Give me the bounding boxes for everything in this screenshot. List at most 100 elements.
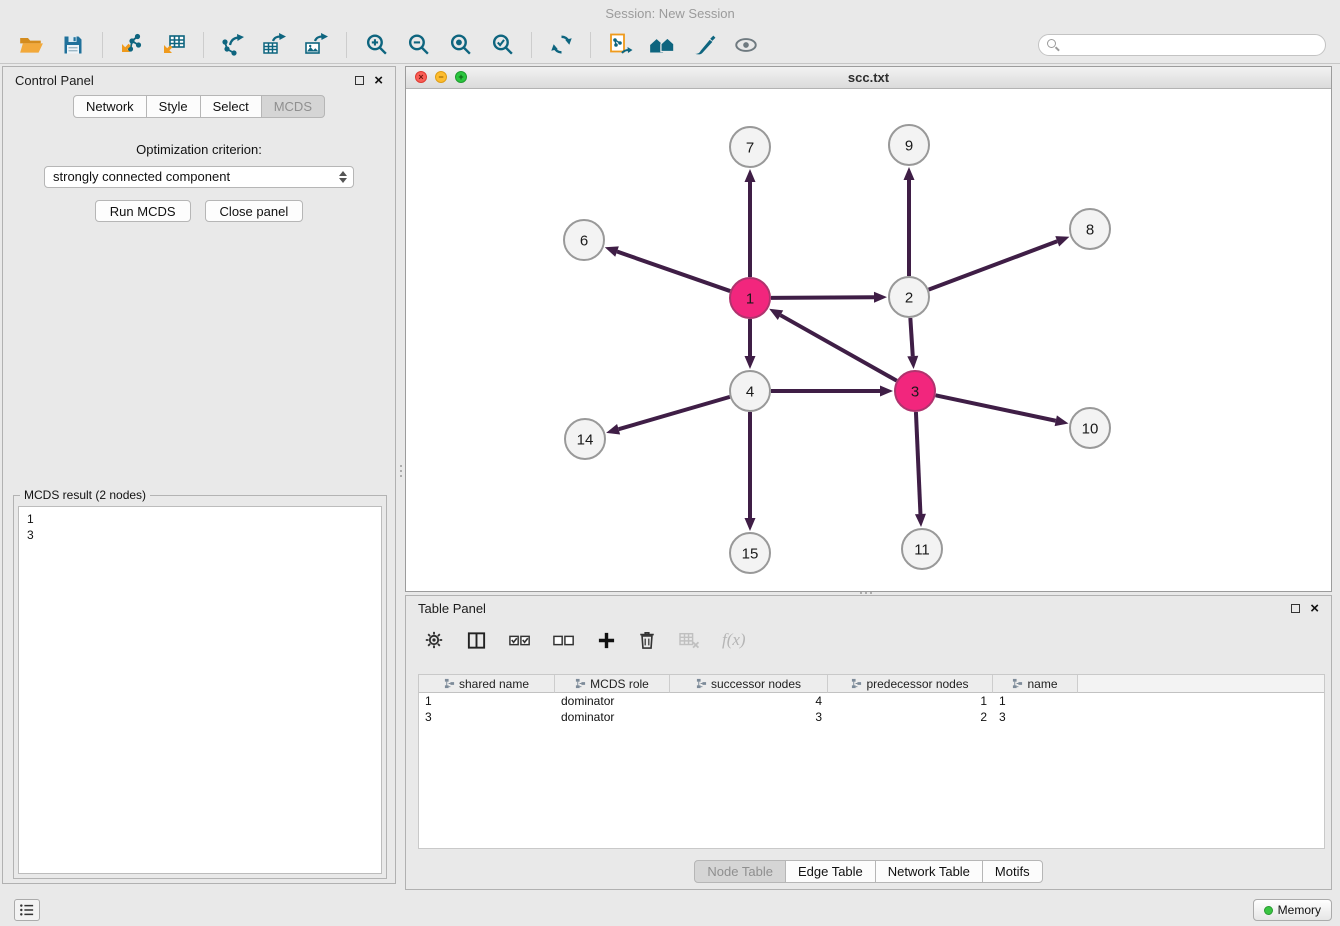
network-from-clipboard-button[interactable] — [599, 29, 641, 61]
vertical-splitter-handle[interactable] — [397, 455, 404, 487]
graph-node-2[interactable]: 2 — [889, 277, 929, 317]
graph-edge-4-14[interactable] — [619, 397, 730, 429]
add-column-button[interactable] — [597, 631, 616, 650]
tab-network[interactable]: Network — [73, 95, 147, 118]
table-settings-button[interactable] — [424, 630, 444, 650]
zoom-out-button[interactable] — [397, 29, 439, 61]
import-network-button[interactable] — [111, 29, 153, 61]
cell-predecessor-nodes[interactable]: 2 — [828, 709, 993, 725]
graph-node-15[interactable]: 15 — [730, 533, 770, 573]
graph-edge-3-11[interactable] — [916, 412, 921, 514]
graph-node-label: 14 — [577, 431, 594, 448]
close-table-panel-icon[interactable]: × — [1310, 601, 1319, 616]
graph-node-1[interactable]: 1 — [730, 278, 770, 318]
cell-MCDS-role[interactable]: dominator — [555, 693, 670, 709]
show-columns-button[interactable] — [466, 630, 487, 651]
search-input[interactable] — [1038, 34, 1326, 56]
tab-node-table[interactable]: Node Table — [694, 860, 786, 883]
tab-select[interactable]: Select — [200, 95, 262, 118]
graph-node-label: 9 — [905, 137, 913, 154]
task-history-button[interactable] — [14, 899, 40, 921]
tab-network-table[interactable]: Network Table — [875, 860, 983, 883]
graph-edge-arrow-icon — [904, 167, 915, 180]
mcds-result-list[interactable]: 13 — [18, 506, 382, 874]
trash-icon — [638, 630, 656, 650]
column-header-MCDS-role[interactable]: MCDS role — [555, 675, 670, 693]
float-table-panel-icon[interactable] — [1291, 604, 1300, 613]
graph-node-3[interactable]: 3 — [895, 371, 935, 411]
cell-successor-nodes[interactable]: 4 — [670, 693, 828, 709]
cell-shared-name[interactable]: 1 — [419, 693, 555, 709]
close-panel-icon[interactable]: × — [374, 73, 383, 88]
graph-node-10[interactable]: 10 — [1070, 408, 1110, 448]
cell-predecessor-nodes[interactable]: 1 — [828, 693, 993, 709]
graph-edge-3-10[interactable] — [936, 395, 1056, 420]
minimize-window-icon[interactable]: − — [435, 71, 447, 83]
graph-node-label: 3 — [911, 383, 919, 400]
zoom-selected-button[interactable] — [481, 29, 523, 61]
graph-edge-2-8[interactable] — [929, 241, 1058, 289]
graph-node-11[interactable]: 11 — [902, 529, 942, 569]
graph-node-9[interactable]: 9 — [889, 125, 929, 165]
graph-edge-1-2[interactable] — [771, 297, 874, 298]
column-header-label: predecessor nodes — [866, 677, 968, 691]
export-table-button[interactable] — [254, 29, 296, 61]
cell-MCDS-role[interactable]: dominator — [555, 709, 670, 725]
cell-successor-nodes[interactable]: 3 — [670, 709, 828, 725]
cybrowser-home-button[interactable] — [641, 29, 683, 61]
graph-node-4[interactable]: 4 — [730, 371, 770, 411]
column-header-name[interactable]: name — [993, 675, 1078, 693]
import-network-icon — [119, 32, 145, 58]
graph-node-6[interactable]: 6 — [564, 220, 604, 260]
export-image-button[interactable] — [296, 29, 338, 61]
memory-button[interactable]: Memory — [1253, 899, 1332, 921]
run-mcds-button[interactable]: Run MCDS — [95, 200, 191, 222]
save-session-button[interactable] — [52, 29, 94, 61]
table-row: 1dominator411 — [419, 693, 1324, 709]
tab-edge-table[interactable]: Edge Table — [785, 860, 876, 883]
deselect-all-rows-button[interactable] — [553, 632, 575, 649]
network-window-title-bar: × − + scc.txt — [406, 67, 1331, 89]
tab-mcds[interactable]: MCDS — [261, 95, 325, 118]
graph-edge-2-3[interactable] — [910, 318, 912, 356]
column-header-successor-nodes[interactable]: successor nodes — [670, 675, 828, 693]
delete-table-icon — [678, 631, 700, 649]
optimization-criterion-label: Optimization criterion: — [3, 142, 395, 157]
graph-edge-1-6[interactable] — [617, 252, 730, 292]
column-header-shared-name[interactable]: shared name — [419, 675, 555, 693]
select-all-rows-button[interactable] — [509, 632, 531, 649]
network-canvas[interactable]: 7 9 6 8 1 2 4 3 14 10 15 11 — [406, 89, 1331, 591]
graph-edge-3-1[interactable] — [780, 315, 896, 381]
dropdown-stepper-icon — [339, 171, 347, 183]
tab-motifs[interactable]: Motifs — [982, 860, 1043, 883]
cell-shared-name[interactable]: 3 — [419, 709, 555, 725]
column-type-icon — [1012, 678, 1023, 689]
control-panel-header: Control Panel × — [3, 67, 395, 93]
apply-style-button[interactable] — [683, 29, 725, 61]
graph-node-14[interactable]: 14 — [565, 419, 605, 459]
column-header-predecessor-nodes[interactable]: predecessor nodes — [828, 675, 993, 693]
export-network-button[interactable] — [212, 29, 254, 61]
toolbar-separator — [531, 32, 532, 58]
apply-layout-button[interactable] — [540, 29, 582, 61]
graph-node-label: 7 — [746, 139, 754, 156]
zoom-in-button[interactable] — [355, 29, 397, 61]
delete-columns-button[interactable] — [638, 630, 656, 650]
open-session-button[interactable] — [10, 29, 52, 61]
graph-node-7[interactable]: 7 — [730, 127, 770, 167]
criterion-dropdown[interactable]: strongly connected component — [44, 166, 354, 188]
maximize-window-icon[interactable]: + — [455, 71, 467, 83]
import-table-button[interactable] — [153, 29, 195, 61]
close-panel-button[interactable]: Close panel — [205, 200, 304, 222]
graph-edge-arrow-icon — [1055, 236, 1069, 246]
cell-name[interactable]: 3 — [993, 709, 1078, 725]
show-graphics-details-button[interactable] — [725, 29, 767, 61]
float-panel-icon[interactable] — [355, 76, 364, 85]
tab-style[interactable]: Style — [146, 95, 201, 118]
clipboard-network-icon — [607, 32, 633, 58]
table-panel-header: Table Panel × — [406, 596, 1331, 620]
cell-name[interactable]: 1 — [993, 693, 1078, 709]
zoom-fit-button[interactable] — [439, 29, 481, 61]
close-window-icon[interactable]: × — [415, 71, 427, 83]
graph-node-8[interactable]: 8 — [1070, 209, 1110, 249]
